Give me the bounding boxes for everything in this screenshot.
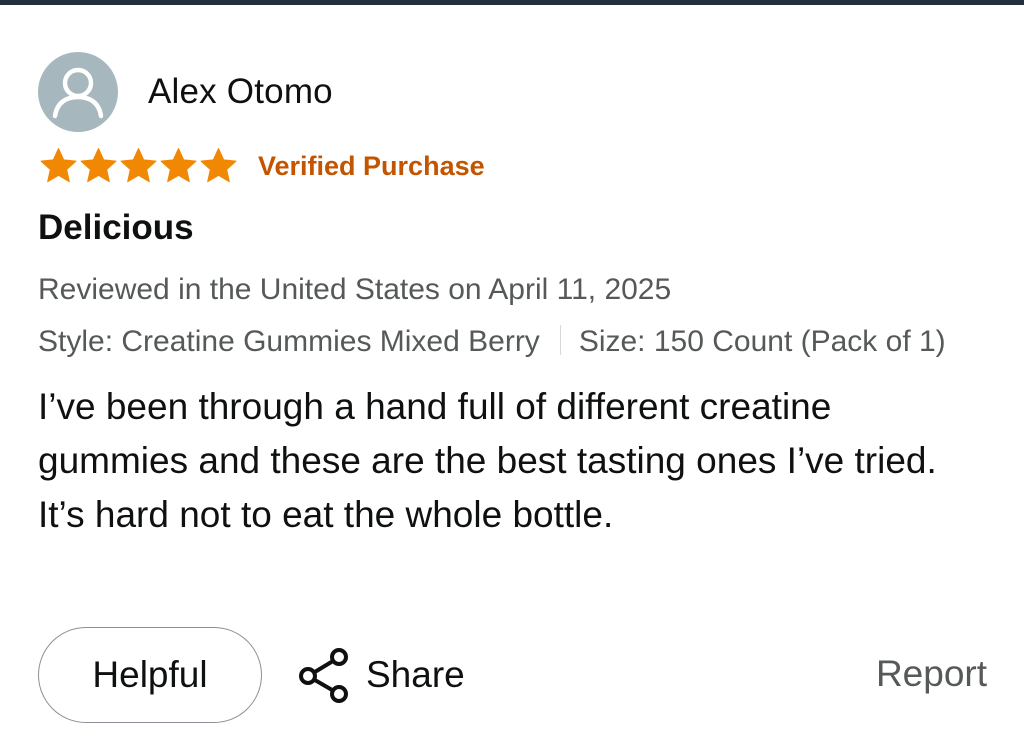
verified-purchase-badge: Verified Purchase <box>258 150 485 181</box>
star-icon <box>80 148 117 183</box>
avatar[interactable] <box>38 52 118 132</box>
share-button[interactable]: Share <box>296 647 465 703</box>
variant-style: Style: Creatine Gummies Mixed Berry <box>38 325 540 358</box>
star-icon <box>160 148 197 183</box>
share-label: Share <box>366 654 465 695</box>
review-date: Reviewed in the United States on April 1… <box>38 273 672 306</box>
star-rating[interactable] <box>38 146 238 186</box>
variant-size: Size: 150 Count (Pack of 1) <box>578 325 946 358</box>
review-body: I’ve been through a hand full of differe… <box>38 386 937 535</box>
report-link[interactable]: Report <box>876 653 987 695</box>
star-icon <box>40 148 77 183</box>
product-variant[interactable]: Style: Creatine Gummies Mixed Berry Size:… <box>38 316 990 368</box>
user-avatar-icon <box>52 67 104 119</box>
star-icon <box>120 148 157 183</box>
top-border <box>0 0 1024 5</box>
share-icon <box>299 648 348 703</box>
rating-row: Verified Purchase <box>38 146 990 186</box>
review-actions: Helpful Share Report <box>38 627 990 725</box>
author-name[interactable]: Alex Otomo <box>148 72 333 112</box>
author-row: Alex Otomo <box>38 52 990 132</box>
variant-separator <box>559 325 561 355</box>
star-icon <box>200 148 237 183</box>
review-title: Delicious <box>38 208 194 247</box>
helpful-button[interactable]: Helpful <box>38 627 262 723</box>
review-card: Alex Otomo Verified Purchase Delicious R… <box>38 52 990 542</box>
